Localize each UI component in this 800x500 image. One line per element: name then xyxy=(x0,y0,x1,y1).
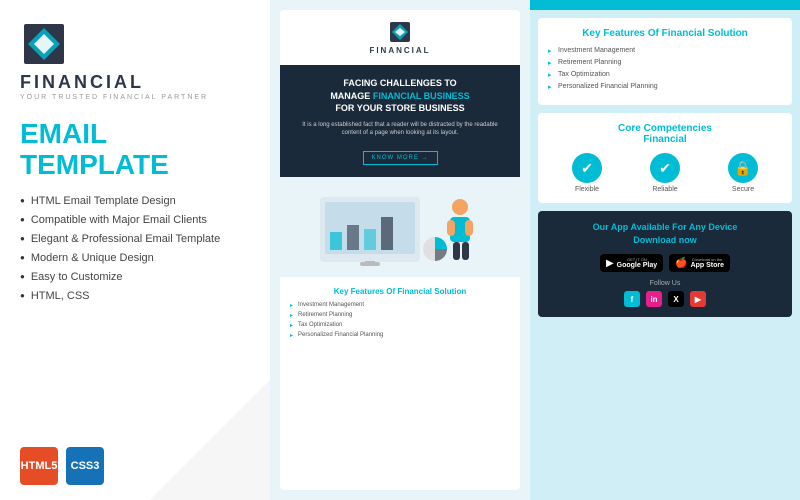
ep-feature-item: Personalized Financial Planning xyxy=(290,332,510,338)
rp-store-btns: ▶ GET IT ON Google Play 🍎 Download on th… xyxy=(548,254,782,272)
ep-logo-text: FINANCIAL xyxy=(369,46,430,55)
left-panel: FINANCIAL YOUR TRUSTED FINANCIAL PARTNER… xyxy=(0,0,270,500)
email-preview: FINANCIAL FACING CHALLENGES TO MANAGE FI… xyxy=(280,10,520,490)
rp-app-section: Our App Available For Any Device Downloa… xyxy=(538,211,792,317)
rp-key-features-title: Key Features Of Financial Solution xyxy=(548,28,782,39)
ep-hero-body: It is a long established fact that a rea… xyxy=(292,121,508,138)
reliable-label: Reliable xyxy=(652,186,677,193)
twitter-icon[interactable]: X xyxy=(668,291,684,307)
ep-feature-item: Investment Management xyxy=(290,302,510,308)
facebook-icon[interactable]: f xyxy=(624,291,640,307)
competency-flexible: ✔ Flexible xyxy=(572,153,602,193)
google-play-icon: ▶ xyxy=(606,258,614,269)
flexible-icon: ✔ xyxy=(572,153,602,183)
secure-label: Secure xyxy=(732,186,754,193)
youtube-icon[interactable]: ▶ xyxy=(690,291,706,307)
ep-hero-title: FACING CHALLENGES TO MANAGE FINANCIAL BU… xyxy=(292,77,508,115)
secure-icon: 🔒 xyxy=(728,153,758,183)
rp-feature-item: Retirement Planning xyxy=(548,59,782,66)
rp-top-accent xyxy=(530,0,800,10)
apple-icon: 🍎 xyxy=(675,258,687,269)
rp-competencies-section: Core Competencies Financial ✔ Flexible ✔… xyxy=(538,113,792,203)
competency-secure: 🔒 Secure xyxy=(728,153,758,193)
list-item: Easy to Customize xyxy=(20,271,250,283)
flexible-label: Flexible xyxy=(575,186,599,193)
ep-header: FINANCIAL xyxy=(280,10,520,65)
google-play-text: GET IT ON Google Play xyxy=(617,257,657,269)
list-item: Elegant & Professional Email Template xyxy=(20,233,250,245)
list-item: HTML, CSS xyxy=(20,290,250,302)
features-list: HTML Email Template Design Compatible wi… xyxy=(20,195,250,309)
logo-area: FINANCIAL YOUR TRUSTED FINANCIAL PARTNER xyxy=(20,20,250,101)
list-item: HTML Email Template Design xyxy=(20,195,250,207)
rp-key-features-section: Key Features Of Financial Solution Inves… xyxy=(538,18,792,105)
rp-icons-row: ✔ Flexible ✔ Reliable 🔒 Secure xyxy=(548,153,782,193)
rp-competencies-title: Core Competencies Financial xyxy=(548,123,782,145)
css3-badge: CSS3 xyxy=(66,447,104,485)
reliable-icon: ✔ xyxy=(650,153,680,183)
instagram-icon[interactable]: in xyxy=(646,291,662,307)
tech-badges: HTML5 CSS3 xyxy=(20,447,250,485)
ep-features-title: Key Features Of Financial Solution xyxy=(290,287,510,296)
logo-sub: YOUR TRUSTED FINANCIAL PARTNER xyxy=(20,94,208,101)
app-store-button[interactable]: 🍎 Download on the App Store xyxy=(669,254,730,272)
right-panel: Key Features Of Financial Solution Inves… xyxy=(530,0,800,500)
google-play-button[interactable]: ▶ GET IT ON Google Play xyxy=(600,254,663,272)
follow-us-label: Follow Us xyxy=(548,280,782,287)
center-panel: FINANCIAL FACING CHALLENGES TO MANAGE FI… xyxy=(270,0,530,500)
ep-illustration xyxy=(290,187,510,267)
rp-app-title: Our App Available For Any Device Downloa… xyxy=(548,221,782,246)
logo-icon xyxy=(20,20,68,68)
ep-feature-item: Tax Optimization xyxy=(290,322,510,328)
list-item: Compatible with Major Email Clients xyxy=(20,214,250,226)
ep-feature-item: Retirement Planning xyxy=(290,312,510,318)
app-store-text: Download on the App Store xyxy=(691,257,724,269)
logo-text: FINANCIAL xyxy=(20,72,144,93)
rp-social-icons: f in X ▶ xyxy=(548,291,782,307)
ep-hero: FACING CHALLENGES TO MANAGE FINANCIAL BU… xyxy=(280,65,520,177)
email-template-title: EMAIL TEMPLATE xyxy=(20,119,250,181)
list-item: Modern & Unique Design xyxy=(20,252,250,264)
ep-logo-icon xyxy=(388,20,412,44)
rp-feature-item: Personalized Financial Planning xyxy=(548,83,782,90)
know-more-button[interactable]: KNOW MORE → xyxy=(363,151,438,165)
html5-badge: HTML5 xyxy=(20,447,58,485)
rp-feature-item: Tax Optimization xyxy=(548,71,782,78)
competency-reliable: ✔ Reliable xyxy=(650,153,680,193)
ep-features: Key Features Of Financial Solution Inves… xyxy=(280,277,520,352)
ep-image-section xyxy=(280,177,520,277)
rp-feature-item: Investment Management xyxy=(548,47,782,54)
